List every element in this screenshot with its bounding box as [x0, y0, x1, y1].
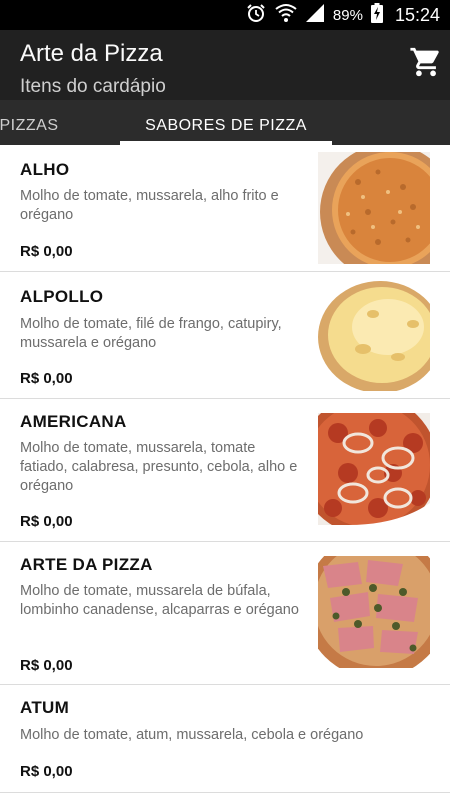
cart-button[interactable] [406, 44, 446, 84]
item-name: AMERICANA [20, 412, 127, 431]
menu-item[interactable]: ALPOLLO Molho de tomate, filé de frango,… [0, 272, 450, 399]
item-description: Molho de tomate, mussarela, alho frito e… [20, 188, 279, 223]
item-name: ATUM [20, 698, 70, 717]
pizza-americana-photo [318, 413, 430, 525]
signal-icon [305, 3, 325, 28]
tab-bar: PIZZAS SABORES DE PIZZA [0, 100, 450, 145]
item-name: ARTE DA PIZZA [20, 555, 153, 574]
item-price: R$ 0,00 [20, 763, 73, 780]
app-title: Arte da Pizza [20, 40, 163, 67]
shopping-cart-icon [409, 45, 443, 84]
pizza-alho-photo [318, 152, 430, 264]
pizza-arte-da-pizza-photo [318, 556, 430, 668]
wifi-icon [275, 3, 297, 28]
menu-item[interactable]: ARTE DA PIZZA Molho de tomate, mussarela… [0, 542, 450, 685]
item-price: R$ 0,00 [20, 243, 73, 260]
app-subtitle: Itens do cardápio [20, 76, 166, 97]
battery-charging-icon [370, 2, 383, 28]
menu-item[interactable]: ATUM Molho de tomate, atum, mussarela, c… [0, 685, 450, 793]
item-name: ALHO [20, 160, 70, 179]
pizza-alpollo-photo [318, 279, 430, 391]
status-icons: 89% 15:24 [245, 2, 440, 29]
battery-percent: 89% [332, 6, 363, 24]
app-bar: Arte da Pizza Itens do cardápio [0, 30, 450, 100]
item-description: Molho de tomate, filé de frango, catupir… [20, 316, 282, 351]
item-name: ALPOLLO [20, 287, 104, 306]
item-description: Molho de tomate, atum, mussarela, cebola… [20, 727, 364, 743]
tab-pizzas[interactable]: PIZZAS [0, 100, 64, 145]
item-price: R$ 0,00 [20, 370, 73, 387]
menu-item[interactable]: ALHO Molho de tomate, mussarela, alho fr… [0, 145, 450, 272]
item-price: R$ 0,00 [20, 513, 73, 530]
item-price: R$ 0,00 [20, 657, 73, 674]
menu-item[interactable]: AMERICANA Molho de tomate, mussarela, to… [0, 399, 450, 542]
alarm-icon [245, 2, 267, 29]
item-description: Molho de tomate, mussarela de búfala, lo… [20, 583, 299, 618]
clock: 15:24 [394, 4, 440, 25]
status-bar: 89% 15:24 [0, 0, 450, 30]
item-description: Molho de tomate, mussarela, tomate fatia… [20, 440, 298, 494]
tab-sabores-de-pizza[interactable]: SABORES DE PIZZA [120, 100, 332, 145]
